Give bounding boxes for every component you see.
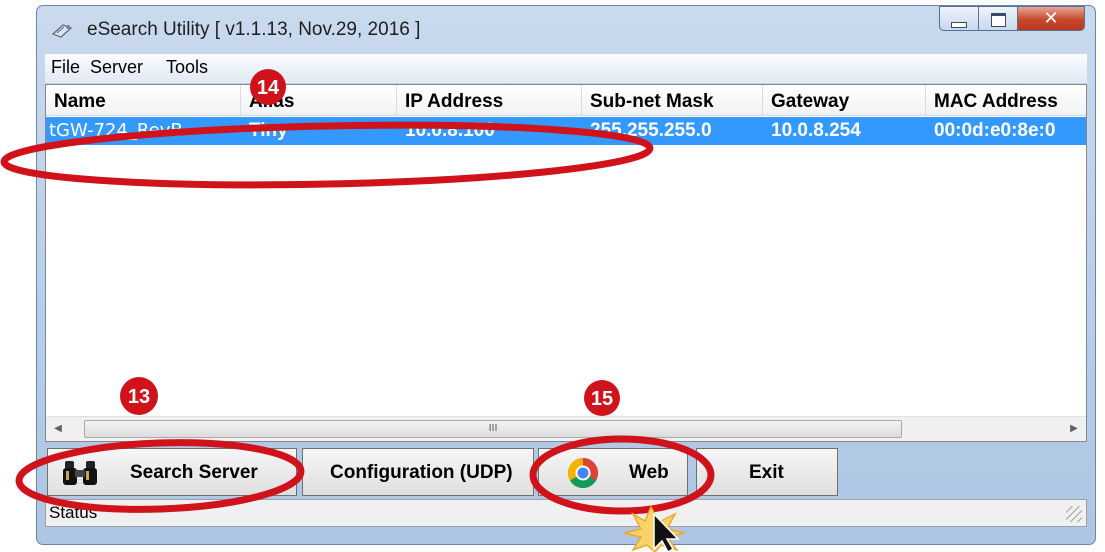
scroll-left-arrow[interactable]: ◀	[46, 417, 70, 441]
minimize-icon	[951, 22, 967, 28]
chrome-icon	[567, 458, 599, 489]
column-mac-address[interactable]: MAC Address	[926, 85, 1086, 115]
menu-server[interactable]: Server	[90, 57, 143, 78]
column-name[interactable]: Name	[46, 85, 241, 115]
menu-file[interactable]: File	[51, 57, 80, 78]
network-icon	[51, 24, 73, 38]
table-row[interactable]: tGW-724_RevB Tiny 10.0.8.100 255.255.255…	[46, 117, 1086, 145]
configuration-udp-button[interactable]: Configuration (UDP)	[302, 448, 534, 496]
scroll-right-arrow[interactable]: ▶	[1062, 417, 1086, 441]
close-button[interactable]: ✕	[1017, 6, 1085, 31]
list-header: Name Alias IP Address Sub-net Mask Gatew…	[46, 85, 1086, 116]
exit-label: Exit	[749, 462, 784, 483]
cell-name: tGW-724_RevB	[49, 120, 183, 141]
close-icon: ✕	[1043, 8, 1059, 29]
search-server-label: Search Server	[130, 462, 258, 483]
resize-grip-icon[interactable]	[1066, 506, 1082, 522]
status-bar: Status	[45, 499, 1087, 527]
menu-tools[interactable]: Tools	[166, 57, 208, 78]
title-bar[interactable]: eSearch Utility [ v1.1.13, Nov.29, 2016 …	[37, 6, 1095, 54]
server-list[interactable]: Name Alias IP Address Sub-net Mask Gatew…	[45, 84, 1087, 442]
maximize-icon	[990, 13, 1006, 27]
status-text: Status	[49, 503, 98, 522]
binoculars-icon	[63, 461, 97, 485]
configuration-udp-label: Configuration (UDP)	[330, 462, 513, 483]
horizontal-scrollbar[interactable]: ◀ III ▶	[46, 416, 1086, 441]
cell-mac-address: 00:0d:e0:8e:0	[934, 120, 1056, 141]
search-server-button[interactable]: Search Server	[47, 448, 297, 496]
exit-button[interactable]: Exit	[696, 448, 838, 496]
web-label: Web	[629, 462, 669, 483]
column-alias[interactable]: Alias	[241, 85, 397, 115]
scroll-thumb[interactable]: III	[84, 420, 902, 438]
menu-bar: File Server Tools	[45, 54, 1087, 84]
cell-alias: Tiny	[249, 120, 288, 141]
column-subnet-mask[interactable]: Sub-net Mask	[582, 85, 763, 115]
minimize-button[interactable]	[939, 6, 979, 31]
column-gateway[interactable]: Gateway	[763, 85, 926, 115]
cell-ip-address: 10.0.8.100	[405, 120, 495, 141]
cell-gateway: 10.0.8.254	[771, 120, 861, 141]
column-ip-address[interactable]: IP Address	[397, 85, 582, 115]
web-button[interactable]: Web	[538, 448, 688, 496]
app-window: eSearch Utility [ v1.1.13, Nov.29, 2016 …	[36, 5, 1096, 545]
window-title: eSearch Utility [ v1.1.13, Nov.29, 2016 …	[87, 19, 421, 40]
maximize-button[interactable]	[978, 6, 1018, 31]
cell-subnet-mask: 255.255.255.0	[590, 120, 712, 141]
